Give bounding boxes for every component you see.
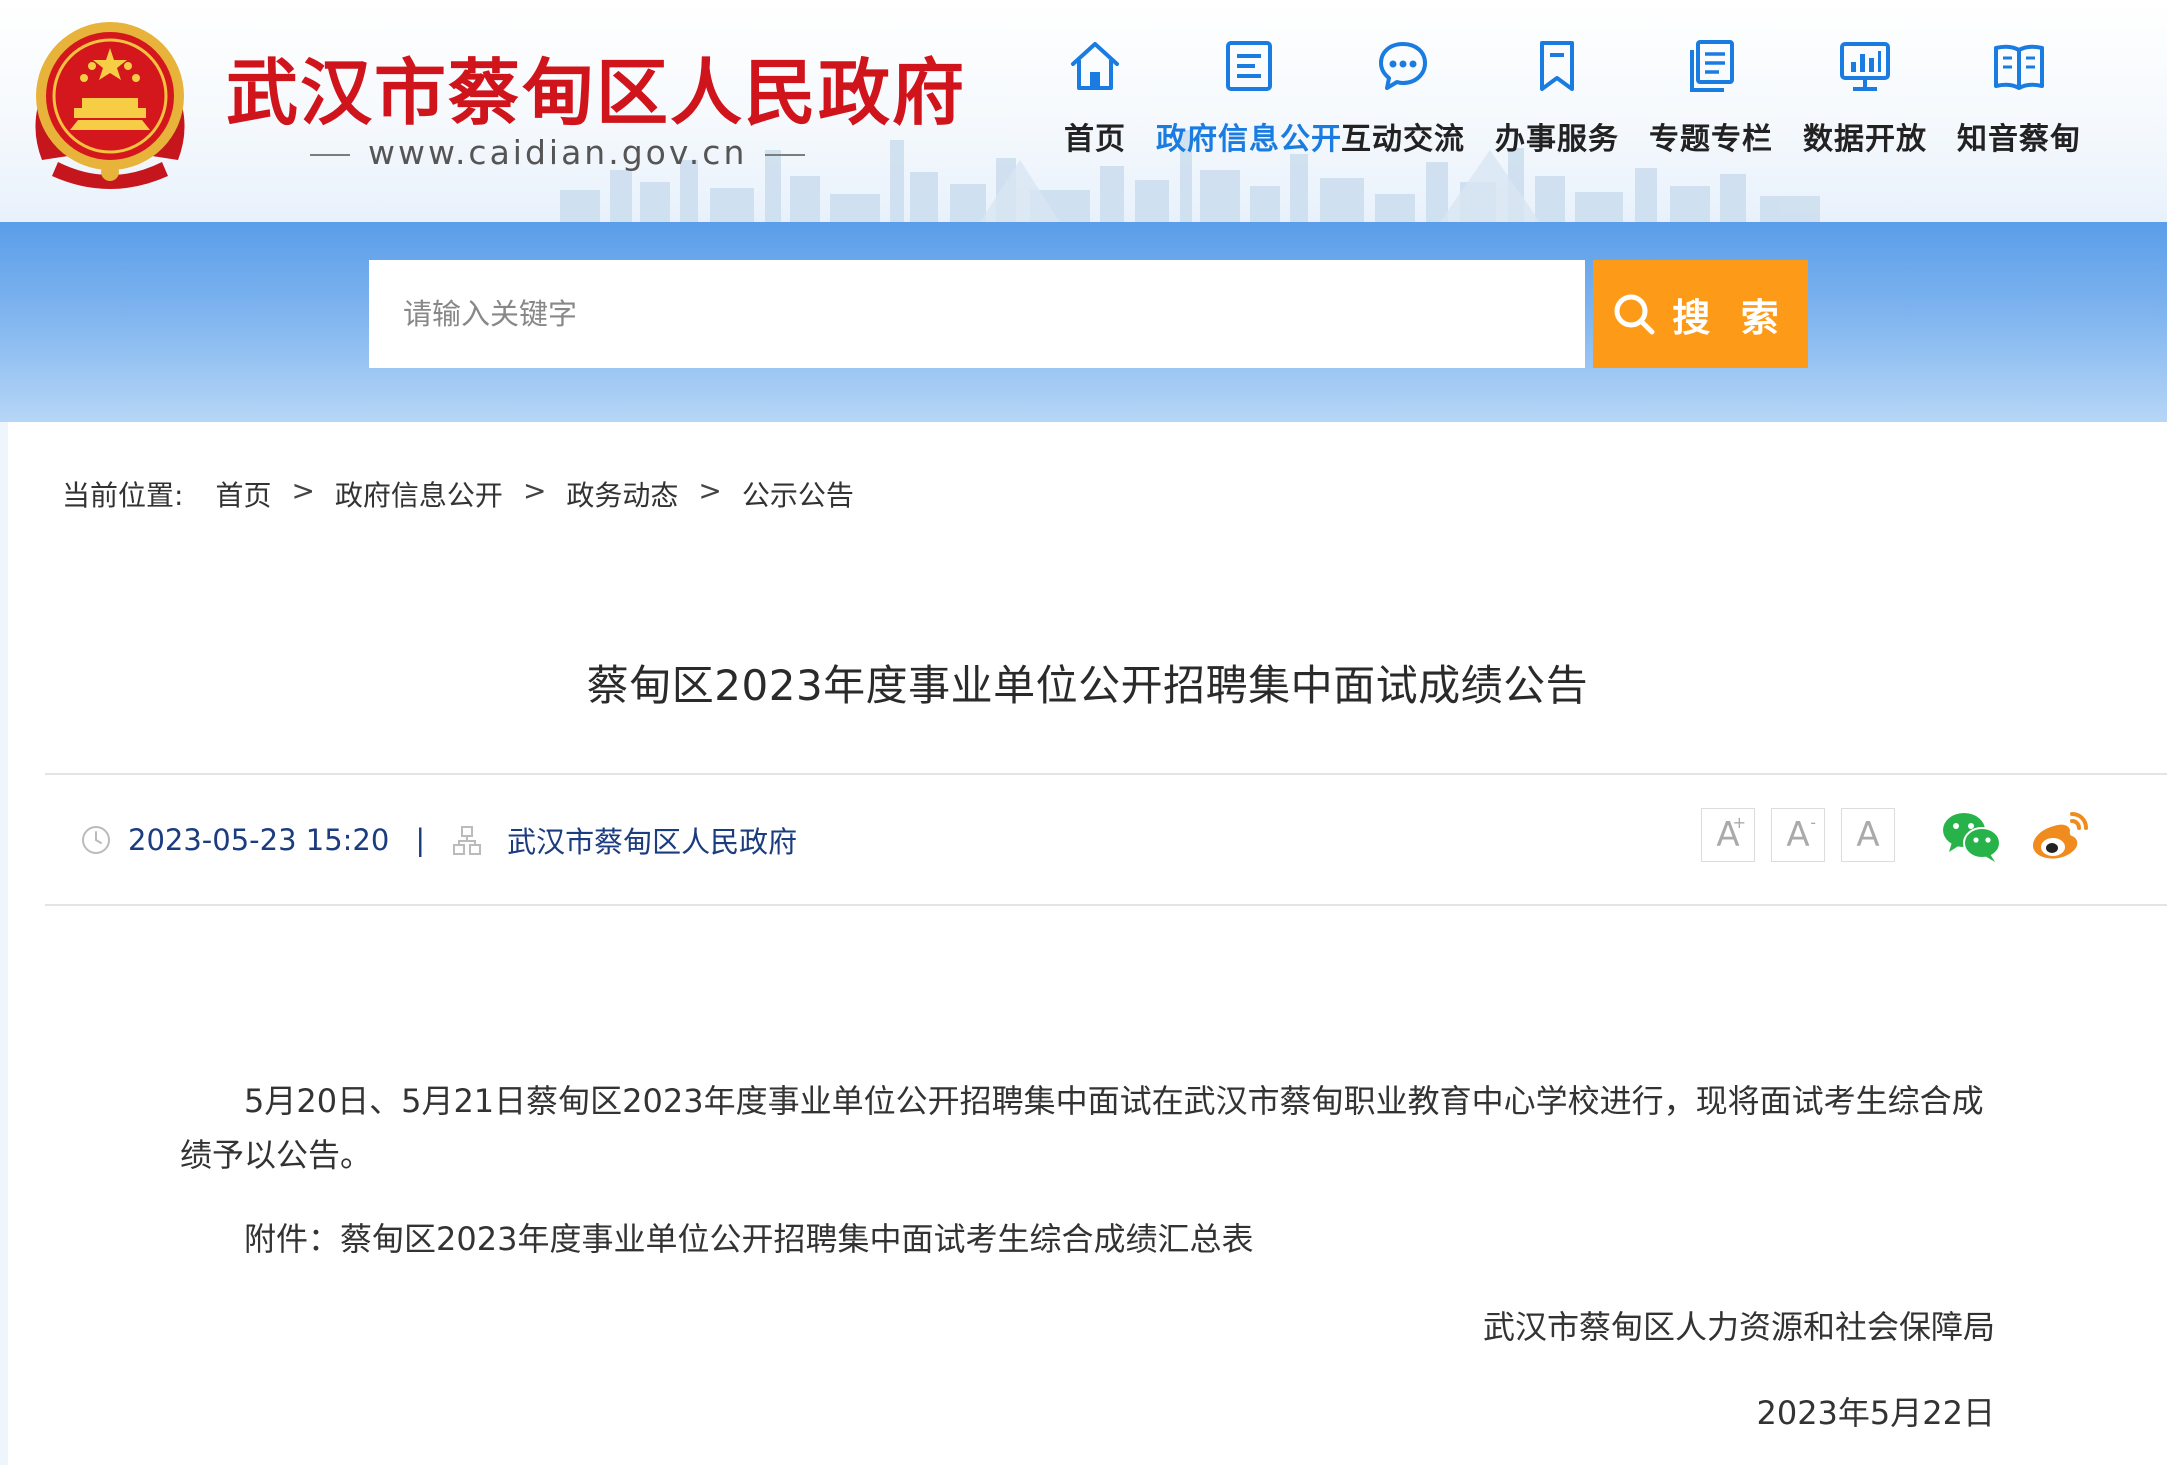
chat-bubble-icon xyxy=(1379,42,1427,90)
breadcrumb-item-home[interactable]: 首页 xyxy=(215,474,271,514)
nav-label-open-data: 数据开放 xyxy=(1803,122,1927,157)
article-container: 当前位置: 首页 > 政府信息公开 > 政务动态 > 公示公告 蔡甸区2023年… xyxy=(8,422,2167,1465)
breadcrumb-separator: > xyxy=(291,474,315,507)
bookmark-icon xyxy=(1540,41,1574,91)
search-button[interactable]: 搜 索 xyxy=(1593,260,1808,368)
font-reset-label: A xyxy=(1856,815,1880,855)
font-reset-button[interactable]: A xyxy=(1841,808,1895,862)
clock-icon xyxy=(82,826,110,854)
open-book-icon xyxy=(1994,44,2044,90)
organization-icon xyxy=(453,826,482,855)
wechat-icon[interactable] xyxy=(1940,808,2002,864)
nav-gov-info[interactable]: 政府信息公开 xyxy=(1156,38,1341,178)
site-url: www.caidian.gov.cn xyxy=(309,133,806,172)
article-source[interactable]: 武汉市蔡甸区人民政府 xyxy=(507,819,797,861)
share-tools xyxy=(1940,808,2090,864)
article-title: 蔡甸区2023年度事业单位公开招聘集中面试成绩公告 xyxy=(586,661,1589,710)
article-meta: 2023-05-23 15:20 | 武汉市蔡甸区人民政府 xyxy=(80,820,797,860)
article-body: 5月20日、5月21日蔡甸区2023年度事业单位公开招聘集中面试在武汉市蔡甸职业… xyxy=(180,1074,2010,1266)
breadcrumb-separator: > xyxy=(698,474,722,507)
font-size-tools: A + A- A xyxy=(1701,808,1911,862)
breadcrumb: 当前位置: 首页 > 政府信息公开 > 政务动态 > 公示公告 xyxy=(62,474,854,514)
attachment-link[interactable]: 附件：蔡甸区2023年度事业单位公开招聘集中面试考生综合成绩汇总表 xyxy=(180,1212,2010,1266)
stacked-pages-icon xyxy=(1690,40,1734,92)
site-title: 武汉市蔡甸区人民政府 xyxy=(226,51,967,135)
signature-organization: 武汉市蔡甸区人力资源和社会保障局 xyxy=(1482,1308,1995,1346)
monitor-chart-icon xyxy=(1840,42,1890,91)
breadcrumb-item-notices[interactable]: 公示公告 xyxy=(742,474,854,514)
site-header: 武汉市蔡甸区人民政府 www.caidian.gov.cn 首页 政府信息公开 xyxy=(0,0,2167,222)
divider xyxy=(45,904,2167,906)
nav-open-data[interactable]: 数据开放 xyxy=(1788,38,1942,178)
search-button-label: 搜 索 xyxy=(1672,297,1789,340)
publish-date: 2023-05-23 15:20 xyxy=(128,823,390,857)
home-icon xyxy=(1071,42,1119,90)
breadcrumb-item-gov-news[interactable]: 政务动态 xyxy=(566,474,678,514)
national-emblem-icon xyxy=(35,22,185,189)
nav-label-home: 首页 xyxy=(1064,122,1126,157)
signature-date: 2023年5月22日 xyxy=(1756,1394,1995,1432)
nav-label-zhiyin-caidian: 知音蔡甸 xyxy=(1957,122,2081,157)
font-increase-button[interactable]: A + xyxy=(1701,808,1755,862)
nav-label-topics: 专题专栏 xyxy=(1649,122,1773,157)
search-icon xyxy=(1614,294,1655,335)
weibo-icon[interactable] xyxy=(2028,808,2090,864)
nav-topics[interactable]: 专题专栏 xyxy=(1634,38,1788,178)
nav-label-interaction: 互动交流 xyxy=(1341,122,1465,157)
document-icon xyxy=(1226,41,1272,91)
nav-label-gov-info: 政府信息公开 xyxy=(1156,122,1342,157)
breadcrumb-lead: 当前位置: xyxy=(62,479,184,512)
nav-home[interactable]: 首页 xyxy=(1018,38,1172,178)
breadcrumb-separator: > xyxy=(522,474,547,507)
nav-label-services: 办事服务 xyxy=(1495,122,1619,157)
main-nav: 首页 政府信息公开 互动交流 办事服务 专题专栏 数据开放 知音蔡甸 xyxy=(1018,38,2096,178)
font-decrease-label: A xyxy=(1786,815,1810,855)
divider xyxy=(45,773,2167,775)
nav-zhiyin-caidian[interactable]: 知音蔡甸 xyxy=(1942,38,2096,178)
article-paragraph: 5月20日、5月21日蔡甸区2023年度事业单位公开招聘集中面试在武汉市蔡甸职业… xyxy=(180,1082,1984,1174)
meta-divider: | xyxy=(415,823,426,857)
nav-services[interactable]: 办事服务 xyxy=(1480,38,1634,178)
search-input[interactable] xyxy=(369,260,1585,368)
breadcrumb-item-gov-info[interactable]: 政府信息公开 xyxy=(335,474,503,514)
nav-interaction[interactable]: 互动交流 xyxy=(1326,38,1480,178)
font-decrease-button[interactable]: A- xyxy=(1771,808,1825,862)
